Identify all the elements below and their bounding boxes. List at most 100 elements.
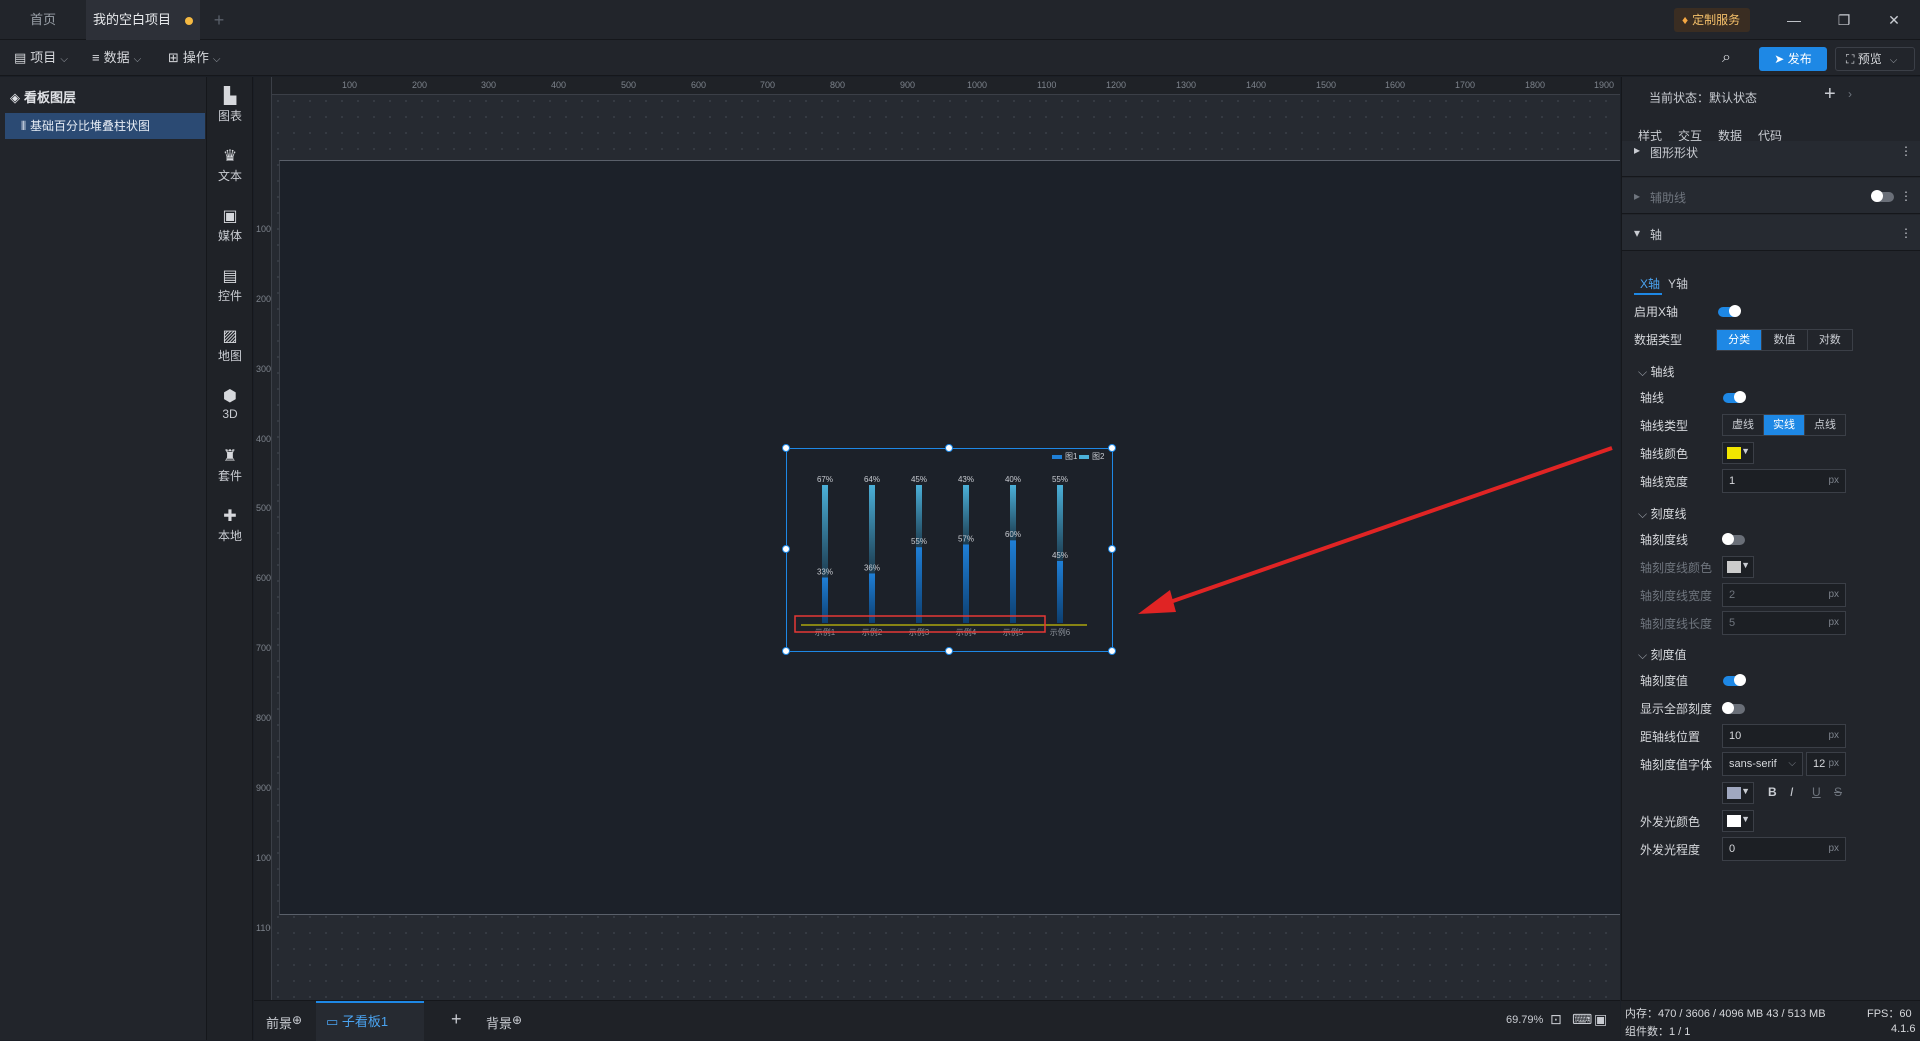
tick-font-size-input[interactable]: 12 px [1806,752,1846,776]
data-label: 55% [911,537,927,546]
data-type-category[interactable]: 分类 [1717,330,1763,350]
publish-button[interactable]: ➤ 发布 [1759,47,1827,71]
tick-line-toggle[interactable] [1722,533,1745,545]
guide-toggle[interactable] [1871,190,1894,202]
ruler-label: 1100 [1037,80,1057,90]
tick-width-input[interactable]: 2 px [1722,583,1846,607]
tick-font-select[interactable]: sans-serif ⌵ [1722,752,1803,776]
section-shape[interactable]: ▸ 图形形状 ⋮ [1622,141,1920,177]
tab-project[interactable]: 我的空白项目 [86,0,200,40]
shirt-icon: ♜ [222,448,238,465]
ruler-label: 1900 [1594,80,1615,90]
axis-line-width-input[interactable]: 1 px [1722,469,1846,493]
resize-handle[interactable] [1108,444,1116,452]
tick-font-label: 轴刻度值字体 [1640,758,1713,772]
show-all-ticks-toggle[interactable] [1722,702,1745,714]
more-icon[interactable]: ⋮ [1900,144,1912,158]
comp-kit[interactable]: ♜ 套件 [207,447,253,484]
tab-x-axis[interactable]: X轴 [1640,275,1660,292]
ruler-label: 900 [900,80,916,90]
line-type-dashed[interactable]: 虚线 [1723,415,1764,435]
resize-handle[interactable] [1108,545,1116,553]
resize-handle[interactable] [782,545,790,553]
menu-ops[interactable]: ⊞ 操作 ⌵ [168,48,221,68]
resize-handle[interactable] [945,647,953,655]
chevron-right-icon[interactable]: › [1848,87,1852,101]
section-axis[interactable]: ▾ 轴 ⋮ [1622,215,1920,251]
section-guide[interactable]: ▸ 辅助线 ⋮ [1622,178,1920,214]
axis-line-color-picker[interactable]: ▼ [1722,442,1754,464]
caret-down-icon: ▼ [1741,446,1750,456]
tab-home[interactable]: 首页 [0,0,86,40]
menu-project-label: 项目 [30,50,57,65]
more-icon[interactable]: ⋮ [1900,226,1912,240]
color-swatch [1727,815,1741,827]
add-state-icon[interactable]: + [1824,83,1836,106]
custom-service-button[interactable]: ♦ 定制服务 [1674,8,1751,32]
ruler-label: 700 [256,643,272,653]
comp-map-label: 地图 [217,349,242,363]
tab-y-axis[interactable]: Y轴 [1668,275,1688,292]
menu-data[interactable]: ≡ 数据 ⌵ [92,48,141,68]
group-tick-line[interactable]: ⌵ 刻度线 [1638,505,1686,522]
tick-value-toggle[interactable] [1723,674,1746,686]
comp-map[interactable]: ▨ 地图 [207,327,253,364]
tab-foreground[interactable]: 前景⊕ [266,1013,302,1032]
ruler-label: 100 [342,80,358,90]
enable-x-toggle[interactable] [1718,305,1741,317]
line-type-solid[interactable]: 实线 [1764,415,1805,435]
caret-down-icon: ▾ [1634,226,1641,240]
layer-item[interactable]: ⫴ 基础百分比堆叠柱状图 [5,113,205,139]
strikethrough-icon[interactable]: S [1834,785,1842,799]
group-axis-line[interactable]: ⌵ 轴线 [1638,363,1674,380]
section-guide-label: 辅助线 [1650,191,1687,205]
restore-icon[interactable]: ❐ [1834,10,1854,30]
comp-control[interactable]: ▤ 控件 [207,267,253,304]
tab-background[interactable]: 背景⊕ [486,1013,522,1032]
search-icon[interactable]: ⌕ [1722,48,1731,68]
axis-line-type-select[interactable]: 虚线 实线 点线 [1722,414,1846,436]
resize-handle[interactable] [782,444,790,452]
add-board-icon[interactable]: + [451,1009,462,1030]
resize-handle[interactable] [1108,647,1116,655]
glow-level-input[interactable]: 0 px [1722,837,1846,861]
resize-handle[interactable] [945,444,953,452]
axis-distance-input[interactable]: 10 px [1722,724,1846,748]
data-type-select[interactable]: 分类 数值 对数 [1716,329,1853,351]
bold-icon[interactable]: B [1768,785,1777,799]
comp-local[interactable]: ✚ 本地 [207,507,253,544]
underline-icon[interactable]: U [1812,785,1821,799]
italic-icon[interactable]: I [1790,785,1793,799]
axis-line-toggle[interactable] [1723,391,1746,403]
data-type-value[interactable]: 数值 [1762,330,1808,350]
preview-button[interactable]: ⛶ 预览 ⌵ [1835,47,1915,71]
new-tab-button[interactable]: + [206,0,232,40]
monitor-icon: ▭ [326,1014,342,1029]
font-color-picker[interactable]: ▼ [1722,782,1754,804]
terminal-icon[interactable]: ▣ [1594,1011,1607,1028]
zoom-level[interactable]: 69.79% [1506,1014,1543,1026]
group-tick-value[interactable]: ⌵ 刻度值 [1638,646,1686,663]
tick-length-input[interactable]: 5 px [1722,611,1846,635]
menu-project[interactable]: ▤ 项目 ⌵ [14,48,68,68]
resize-handle[interactable] [782,647,790,655]
comp-text[interactable]: ♛ 文本 [207,147,253,184]
keyboard-icon[interactable]: ⌨ [1572,1011,1592,1028]
minimize-icon[interactable]: — [1784,10,1804,30]
data-label: 60% [1005,530,1021,539]
map-icon: ▨ [222,328,238,345]
comp-chart[interactable]: ▙ 图表 [207,87,253,124]
fit-screen-icon[interactable]: ⊡ [1550,1011,1562,1028]
comp-media[interactable]: ▣ 媒体 [207,207,253,244]
glow-color-picker[interactable]: ▼ [1722,810,1754,832]
line-type-dotted[interactable]: 点线 [1805,415,1845,435]
more-icon[interactable]: ⋮ [1900,189,1912,203]
ruler-label: 1100 [256,923,271,933]
ruler-label: 1500 [1316,80,1337,90]
comp-3d[interactable]: ⬢ 3D [207,387,253,421]
data-type-log[interactable]: 对数 [1808,330,1852,350]
close-icon[interactable]: ✕ [1884,10,1904,30]
tab-subboard[interactable]: ▭ 子看板1 [316,1001,424,1041]
chart-widget[interactable]: 67% 33% 示例1 64% 36% 示例2 45% 55% 示例3 43% 57% 示例4 40% 6… [786,448,1113,652]
tick-color-picker[interactable]: ▼ [1722,556,1754,578]
